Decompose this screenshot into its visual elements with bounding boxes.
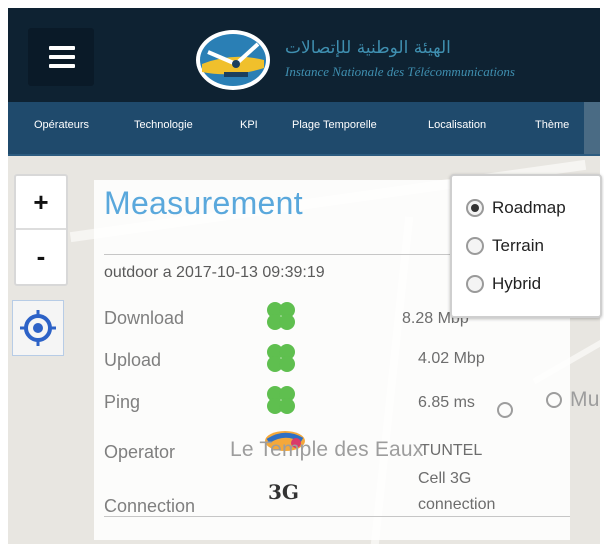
- radio-icon[interactable]: [466, 275, 484, 293]
- nav-theme[interactable]: Thème: [535, 119, 569, 131]
- locate-button[interactable]: [12, 300, 64, 356]
- menu-bar-icon: [49, 46, 75, 50]
- zoom-in-button[interactable]: +: [16, 176, 66, 228]
- maptype-roadmap[interactable]: Roadmap: [466, 198, 566, 218]
- place-marker-icon: [497, 402, 513, 418]
- radio-icon[interactable]: [466, 237, 484, 255]
- crosshair-icon: [20, 310, 56, 346]
- app-frame: الهيئة الوطنية للإتصالات Instance Nation…: [0, 0, 604, 544]
- popup-subtitle: outdoor a 2017-10-13 09:39:19: [104, 264, 325, 281]
- ping-label: Ping: [104, 392, 141, 412]
- upload-value: 4.02 Mbp: [418, 350, 485, 367]
- maptype-hybrid[interactable]: Hybrid: [466, 274, 541, 294]
- connection-value-line1: Cell 3G: [418, 470, 472, 487]
- menu-bar-icon: [49, 64, 75, 68]
- map-type-control: Roadmap Terrain Hybrid: [450, 174, 602, 318]
- menu-bar-icon: [49, 55, 75, 59]
- clover-icon: [267, 302, 295, 330]
- maptype-roadmap-label: Roadmap: [492, 198, 566, 217]
- map-place-label-2: Mu: [570, 388, 600, 411]
- nav-localisation[interactable]: Localisation: [428, 119, 486, 131]
- operator-value: TUNTEL: [420, 442, 483, 459]
- 3g-icon: 3G: [268, 480, 299, 504]
- connection-value-line2: connection: [418, 496, 496, 513]
- map-place-label: Le Temple des Eaux: [230, 438, 424, 461]
- nav-plage-temporelle[interactable]: Plage Temporelle: [292, 119, 377, 131]
- nav-scroll-handle[interactable]: [584, 102, 600, 154]
- inst-logo: [196, 30, 270, 90]
- popup-title: Measurement: [104, 185, 303, 221]
- logo-arabic-text: الهيئة الوطنية للإتصالات: [285, 38, 451, 58]
- radio-selected-icon[interactable]: [466, 199, 484, 217]
- top-nav: Opérateurs Technologie KPI Plage Tempore…: [8, 102, 600, 157]
- clover-icon: [267, 344, 295, 372]
- zoom-out-button[interactable]: -: [16, 230, 66, 282]
- clover-icon: [267, 386, 295, 414]
- maptype-hybrid-label: Hybrid: [492, 274, 542, 293]
- operator-label: Operator: [104, 442, 176, 462]
- download-label: Download: [104, 308, 185, 328]
- museum-marker-icon: [546, 392, 562, 408]
- nav-operateurs[interactable]: Opérateurs: [34, 119, 89, 131]
- connection-label: Connection: [104, 496, 196, 516]
- logo-french-text: Instance Nationale des Télécommunication…: [285, 64, 515, 79]
- popup-divider: [104, 516, 570, 517]
- zoom-control: + -: [14, 174, 68, 286]
- ping-value: 6.85 ms: [418, 394, 475, 411]
- upload-label: Upload: [104, 350, 162, 370]
- maptype-terrain[interactable]: Terrain: [466, 236, 544, 256]
- nav-technologie[interactable]: Technologie: [134, 119, 193, 131]
- maptype-terrain-label: Terrain: [492, 236, 544, 255]
- nav-kpi[interactable]: KPI: [240, 119, 258, 131]
- hamburger-menu-button[interactable]: [28, 28, 94, 86]
